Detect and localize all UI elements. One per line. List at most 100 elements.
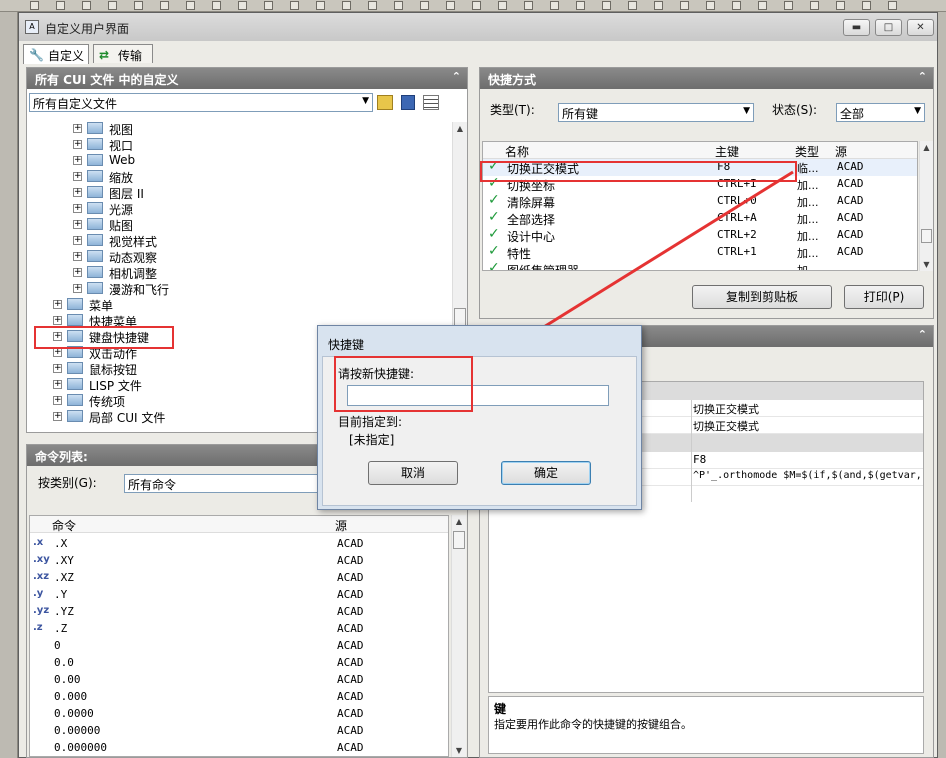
- tree-item[interactable]: + 贴图: [27, 217, 447, 233]
- expand-icon[interactable]: +: [73, 156, 82, 165]
- expand-icon[interactable]: +: [53, 396, 62, 405]
- tree-item[interactable]: + 漫游和飞行: [27, 281, 447, 297]
- tree-item[interactable]: + 菜单: [27, 297, 447, 313]
- toolbar-tool-icon[interactable]: [836, 1, 845, 10]
- col-source[interactable]: 源: [835, 143, 847, 160]
- minimize-button[interactable]: ▬: [843, 19, 870, 36]
- close-button[interactable]: ✕: [907, 19, 934, 36]
- command-row[interactable]: 0.000 ACAD: [30, 689, 448, 706]
- toolbar-tool-icon[interactable]: [160, 1, 169, 10]
- toolbar-tool-icon[interactable]: [680, 1, 689, 10]
- tree-item[interactable]: + 视图: [27, 121, 447, 137]
- toolbar-tool-icon[interactable]: [30, 1, 39, 10]
- toolbar-tool-icon[interactable]: [654, 1, 663, 10]
- command-row[interactable]: .yz .YZ ACAD: [30, 604, 448, 621]
- col-type[interactable]: 类型: [795, 143, 819, 160]
- open-file-icon[interactable]: [377, 95, 393, 110]
- toolbar-tool-icon[interactable]: [732, 1, 741, 10]
- command-row[interactable]: 0.0000 ACAD: [30, 706, 448, 723]
- command-scrollbar[interactable]: ▲ ▼: [451, 515, 466, 757]
- toolbar-tool-icon[interactable]: [888, 1, 897, 10]
- expand-icon[interactable]: +: [73, 284, 82, 293]
- tree-item[interactable]: + 相机调整: [27, 265, 447, 281]
- tree-item[interactable]: + 缩放: [27, 169, 447, 185]
- command-row[interactable]: 0 ACAD: [30, 638, 448, 655]
- toolbar-tool-icon[interactable]: [108, 1, 117, 10]
- toolbar-tool-icon[interactable]: [316, 1, 325, 10]
- tree-item[interactable]: + 光源: [27, 201, 447, 217]
- category-select[interactable]: 所有命令: [124, 474, 324, 493]
- toolbar-tool-icon[interactable]: [758, 1, 767, 10]
- toolbar-tool-icon[interactable]: [82, 1, 91, 10]
- print-button[interactable]: 打印(P): [844, 285, 924, 309]
- scroll-up-icon[interactable]: ▲: [452, 517, 466, 526]
- toolbar-tool-icon[interactable]: [498, 1, 507, 10]
- status-select[interactable]: 全部 ▼: [836, 103, 925, 122]
- tab-customize[interactable]: 🔧 自定义: [23, 44, 90, 64]
- toolbar-tool-icon[interactable]: [628, 1, 637, 10]
- tree-item[interactable]: + 视口: [27, 137, 447, 153]
- collapse-icon[interactable]: ⌃: [452, 70, 461, 83]
- toolbar-tool-icon[interactable]: [342, 1, 351, 10]
- list-options-icon[interactable]: [423, 95, 439, 110]
- tree-item[interactable]: + 图层 II: [27, 185, 447, 201]
- expand-icon[interactable]: +: [53, 300, 62, 309]
- col-source[interactable]: 源: [335, 517, 347, 534]
- expand-icon[interactable]: +: [53, 348, 62, 357]
- expand-icon[interactable]: +: [53, 412, 62, 421]
- toolbar-tool-icon[interactable]: [576, 1, 585, 10]
- col-name[interactable]: 名称: [505, 143, 529, 160]
- type-select[interactable]: 所有键 ▼: [558, 103, 754, 122]
- expand-icon[interactable]: +: [73, 188, 82, 197]
- toolbar-tool-icon[interactable]: [264, 1, 273, 10]
- expand-icon[interactable]: +: [73, 236, 82, 245]
- cui-files-header[interactable]: 所有 CUI 文件 中的自定义 ⌃: [27, 68, 467, 89]
- tab-transfer[interactable]: ⇄ 传输: [93, 44, 153, 63]
- expand-icon[interactable]: +: [73, 268, 82, 277]
- expand-icon[interactable]: +: [73, 252, 82, 261]
- expand-icon[interactable]: +: [73, 140, 82, 149]
- expand-icon[interactable]: +: [53, 316, 62, 325]
- command-row[interactable]: .xy .XY ACAD: [30, 553, 448, 570]
- toolbar-tool-icon[interactable]: [212, 1, 221, 10]
- col-key[interactable]: 主键: [715, 143, 739, 160]
- scroll-down-icon[interactable]: ▼: [452, 746, 466, 755]
- command-row[interactable]: 0.0 ACAD: [30, 655, 448, 672]
- toolbar-tool-icon[interactable]: [550, 1, 559, 10]
- toolbar-tool-icon[interactable]: [368, 1, 377, 10]
- maximize-button[interactable]: □: [875, 19, 902, 36]
- toolbar-tool-icon[interactable]: [706, 1, 715, 10]
- toolbar-tool-icon[interactable]: [394, 1, 403, 10]
- tree-item[interactable]: + Web: [27, 153, 447, 169]
- ok-button[interactable]: 确定: [501, 461, 591, 485]
- toolbar-tool-icon[interactable]: [472, 1, 481, 10]
- toolbar-tool-icon[interactable]: [862, 1, 871, 10]
- command-row[interactable]: 0.00 ACAD: [30, 672, 448, 689]
- expand-icon[interactable]: +: [73, 204, 82, 213]
- toolbar-tool-icon[interactable]: [524, 1, 533, 10]
- scroll-thumb[interactable]: [453, 531, 465, 549]
- command-row[interactable]: 0.00000 ACAD: [30, 723, 448, 740]
- expand-icon[interactable]: +: [53, 364, 62, 373]
- expand-icon[interactable]: +: [73, 220, 82, 229]
- scroll-down-icon[interactable]: ▼: [920, 260, 933, 269]
- expand-icon[interactable]: +: [53, 380, 62, 389]
- toolbar-tool-icon[interactable]: [186, 1, 195, 10]
- toolbar-tool-icon[interactable]: [420, 1, 429, 10]
- tree-item[interactable]: + 动态观察: [27, 249, 447, 265]
- command-row[interactable]: .z .Z ACAD: [30, 621, 448, 638]
- collapse-icon[interactable]: ⌃: [918, 70, 927, 83]
- toolbar-tool-icon[interactable]: [56, 1, 65, 10]
- scroll-up-icon[interactable]: ▲: [453, 124, 467, 133]
- file-filter-select[interactable]: 所有自定义文件 ▼: [29, 93, 373, 112]
- save-icon[interactable]: [401, 95, 415, 110]
- col-command[interactable]: 命令: [52, 517, 76, 534]
- toolbar-tool-icon[interactable]: [134, 1, 143, 10]
- expand-icon[interactable]: +: [73, 124, 82, 133]
- scroll-thumb[interactable]: [921, 229, 932, 243]
- toolbar-tool-icon[interactable]: [602, 1, 611, 10]
- toolbar-tool-icon[interactable]: [238, 1, 247, 10]
- toolbar-tool-icon[interactable]: [446, 1, 455, 10]
- toolbar-tool-icon[interactable]: [810, 1, 819, 10]
- collapse-icon[interactable]: ⌃: [918, 328, 927, 341]
